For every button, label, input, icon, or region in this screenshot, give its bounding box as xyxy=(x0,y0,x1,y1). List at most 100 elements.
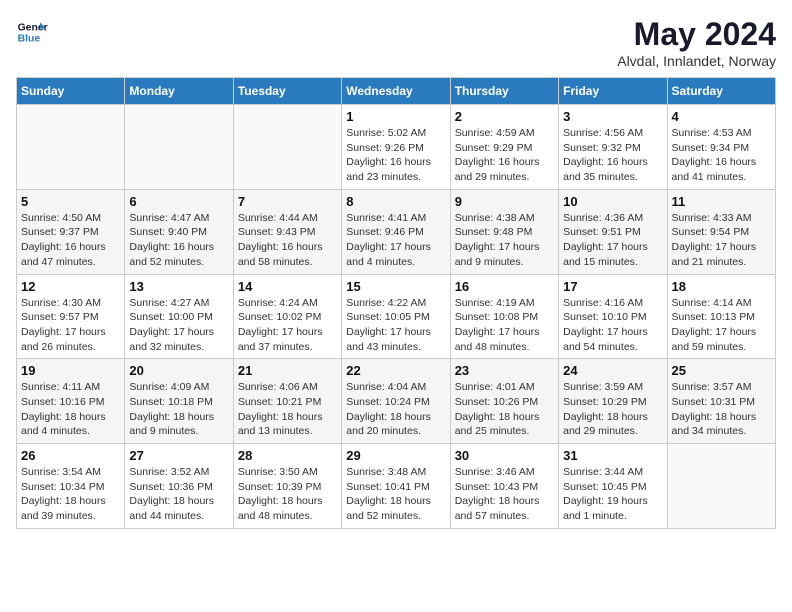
day-cell: 8 Sunrise: 4:41 AMSunset: 9:46 PMDaylight… xyxy=(342,189,450,274)
week-row-4: 19 Sunrise: 4:11 AMSunset: 10:16 PMDaylig… xyxy=(17,359,776,444)
weekday-saturday: Saturday xyxy=(667,78,775,105)
day-number: 4 xyxy=(672,109,771,124)
day-number: 6 xyxy=(129,194,228,209)
weekday-friday: Friday xyxy=(559,78,667,105)
weekday-thursday: Thursday xyxy=(450,78,558,105)
day-cell: 2 Sunrise: 4:59 AMSunset: 9:29 PMDaylight… xyxy=(450,105,558,190)
day-cell: 22 Sunrise: 4:04 AMSunset: 10:24 PMDaylig… xyxy=(342,359,450,444)
calendar-body: 1 Sunrise: 5:02 AMSunset: 9:26 PMDaylight… xyxy=(17,105,776,529)
week-row-2: 5 Sunrise: 4:50 AMSunset: 9:37 PMDaylight… xyxy=(17,189,776,274)
day-info: Sunrise: 4:59 AMSunset: 9:29 PMDaylight:… xyxy=(455,126,554,185)
day-info: Sunrise: 4:30 AMSunset: 9:57 PMDaylight:… xyxy=(21,296,120,355)
day-info: Sunrise: 3:54 AMSunset: 10:34 PMDaylight… xyxy=(21,465,120,524)
day-info: Sunrise: 4:11 AMSunset: 10:16 PMDaylight… xyxy=(21,380,120,439)
day-info: Sunrise: 4:41 AMSunset: 9:46 PMDaylight:… xyxy=(346,211,445,270)
day-info: Sunrise: 4:22 AMSunset: 10:05 PMDaylight… xyxy=(346,296,445,355)
day-cell: 24 Sunrise: 3:59 AMSunset: 10:29 PMDaylig… xyxy=(559,359,667,444)
day-number: 31 xyxy=(563,448,662,463)
day-number: 20 xyxy=(129,363,228,378)
day-cell xyxy=(233,105,341,190)
day-cell: 29 Sunrise: 3:48 AMSunset: 10:41 PMDaylig… xyxy=(342,444,450,529)
calendar-table: SundayMondayTuesdayWednesdayThursdayFrid… xyxy=(16,77,776,529)
day-info: Sunrise: 4:14 AMSunset: 10:13 PMDaylight… xyxy=(672,296,771,355)
day-number: 14 xyxy=(238,279,337,294)
day-number: 30 xyxy=(455,448,554,463)
day-cell xyxy=(125,105,233,190)
day-cell: 7 Sunrise: 4:44 AMSunset: 9:43 PMDaylight… xyxy=(233,189,341,274)
day-number: 19 xyxy=(21,363,120,378)
day-info: Sunrise: 3:57 AMSunset: 10:31 PMDaylight… xyxy=(672,380,771,439)
day-info: Sunrise: 3:44 AMSunset: 10:45 PMDaylight… xyxy=(563,465,662,524)
day-info: Sunrise: 4:44 AMSunset: 9:43 PMDaylight:… xyxy=(238,211,337,270)
page-header: General Blue General Blue May 2024 Alvda… xyxy=(16,16,776,69)
day-info: Sunrise: 4:53 AMSunset: 9:34 PMDaylight:… xyxy=(672,126,771,185)
weekday-wednesday: Wednesday xyxy=(342,78,450,105)
day-number: 7 xyxy=(238,194,337,209)
day-number: 29 xyxy=(346,448,445,463)
day-cell: 19 Sunrise: 4:11 AMSunset: 10:16 PMDaylig… xyxy=(17,359,125,444)
day-number: 21 xyxy=(238,363,337,378)
week-row-5: 26 Sunrise: 3:54 AMSunset: 10:34 PMDaylig… xyxy=(17,444,776,529)
day-number: 8 xyxy=(346,194,445,209)
day-number: 12 xyxy=(21,279,120,294)
day-number: 10 xyxy=(563,194,662,209)
day-number: 24 xyxy=(563,363,662,378)
day-info: Sunrise: 4:06 AMSunset: 10:21 PMDaylight… xyxy=(238,380,337,439)
day-cell: 12 Sunrise: 4:30 AMSunset: 9:57 PMDayligh… xyxy=(17,274,125,359)
weekday-sunday: Sunday xyxy=(17,78,125,105)
day-info: Sunrise: 3:48 AMSunset: 10:41 PMDaylight… xyxy=(346,465,445,524)
week-row-1: 1 Sunrise: 5:02 AMSunset: 9:26 PMDaylight… xyxy=(17,105,776,190)
day-info: Sunrise: 4:47 AMSunset: 9:40 PMDaylight:… xyxy=(129,211,228,270)
day-info: Sunrise: 3:52 AMSunset: 10:36 PMDaylight… xyxy=(129,465,228,524)
day-cell: 9 Sunrise: 4:38 AMSunset: 9:48 PMDaylight… xyxy=(450,189,558,274)
day-cell: 21 Sunrise: 4:06 AMSunset: 10:21 PMDaylig… xyxy=(233,359,341,444)
title-block: May 2024 Alvdal, Innlandet, Norway xyxy=(617,16,776,69)
day-number: 16 xyxy=(455,279,554,294)
day-cell: 14 Sunrise: 4:24 AMSunset: 10:02 PMDaylig… xyxy=(233,274,341,359)
day-number: 22 xyxy=(346,363,445,378)
day-number: 5 xyxy=(21,194,120,209)
day-number: 17 xyxy=(563,279,662,294)
day-cell: 30Sunrise: 3:46 AMSunset: 10:43 PMDaylig… xyxy=(450,444,558,529)
day-number: 2 xyxy=(455,109,554,124)
day-info: Sunrise: 4:56 AMSunset: 9:32 PMDaylight:… xyxy=(563,126,662,185)
weekday-tuesday: Tuesday xyxy=(233,78,341,105)
day-info: Sunrise: 4:27 AMSunset: 10:00 PMDaylight… xyxy=(129,296,228,355)
day-info: Sunrise: 5:02 AMSunset: 9:26 PMDaylight:… xyxy=(346,126,445,185)
day-cell: 31 Sunrise: 3:44 AMSunset: 10:45 PMDaylig… xyxy=(559,444,667,529)
day-cell: 3 Sunrise: 4:56 AMSunset: 9:32 PMDaylight… xyxy=(559,105,667,190)
day-number: 27 xyxy=(129,448,228,463)
day-cell: 6 Sunrise: 4:47 AMSunset: 9:40 PMDaylight… xyxy=(125,189,233,274)
day-cell: 11Sunrise: 4:33 AMSunset: 9:54 PMDayligh… xyxy=(667,189,775,274)
day-cell: 20 Sunrise: 4:09 AMSunset: 10:18 PMDaylig… xyxy=(125,359,233,444)
day-cell: 23Sunrise: 4:01 AMSunset: 10:26 PMDaylig… xyxy=(450,359,558,444)
day-info: Sunrise: 4:09 AMSunset: 10:18 PMDaylight… xyxy=(129,380,228,439)
day-cell xyxy=(17,105,125,190)
day-number: 28 xyxy=(238,448,337,463)
day-info: Sunrise: 3:50 AMSunset: 10:39 PMDaylight… xyxy=(238,465,337,524)
day-info: Sunrise: 4:33 AMSunset: 9:54 PMDaylight:… xyxy=(672,211,771,270)
day-cell: 5 Sunrise: 4:50 AMSunset: 9:37 PMDaylight… xyxy=(17,189,125,274)
day-cell: 13 Sunrise: 4:27 AMSunset: 10:00 PMDaylig… xyxy=(125,274,233,359)
day-number: 26 xyxy=(21,448,120,463)
day-number: 9 xyxy=(455,194,554,209)
day-cell: 16Sunrise: 4:19 AMSunset: 10:08 PMDaylig… xyxy=(450,274,558,359)
day-info: Sunrise: 4:04 AMSunset: 10:24 PMDaylight… xyxy=(346,380,445,439)
day-info: Sunrise: 4:24 AMSunset: 10:02 PMDaylight… xyxy=(238,296,337,355)
day-cell: 15Sunrise: 4:22 AMSunset: 10:05 PMDaylig… xyxy=(342,274,450,359)
day-number: 1 xyxy=(346,109,445,124)
day-info: Sunrise: 3:59 AMSunset: 10:29 PMDaylight… xyxy=(563,380,662,439)
svg-text:Blue: Blue xyxy=(18,34,41,45)
day-info: Sunrise: 4:16 AMSunset: 10:10 PMDaylight… xyxy=(563,296,662,355)
day-number: 13 xyxy=(129,279,228,294)
day-cell: 27 Sunrise: 3:52 AMSunset: 10:36 PMDaylig… xyxy=(125,444,233,529)
day-info: Sunrise: 4:50 AMSunset: 9:37 PMDaylight:… xyxy=(21,211,120,270)
month-title: May 2024 xyxy=(617,16,776,53)
day-number: 3 xyxy=(563,109,662,124)
day-number: 23 xyxy=(455,363,554,378)
day-cell: 18Sunrise: 4:14 AMSunset: 10:13 PMDaylig… xyxy=(667,274,775,359)
day-cell: 1 Sunrise: 5:02 AMSunset: 9:26 PMDaylight… xyxy=(342,105,450,190)
day-info: Sunrise: 4:38 AMSunset: 9:48 PMDaylight:… xyxy=(455,211,554,270)
day-number: 25 xyxy=(672,363,771,378)
day-cell: 10Sunrise: 4:36 AMSunset: 9:51 PMDayligh… xyxy=(559,189,667,274)
